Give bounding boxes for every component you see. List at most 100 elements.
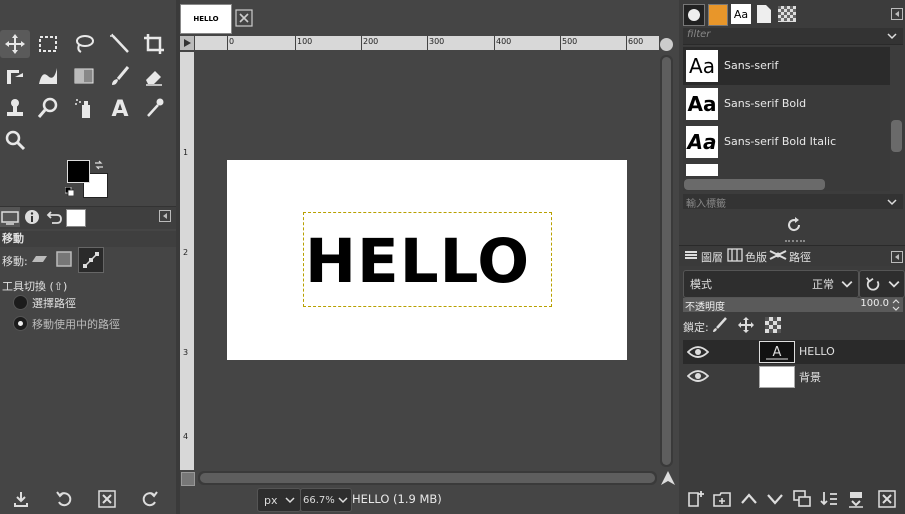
configure-tab-icon[interactable] <box>891 251 903 263</box>
navigate-icon[interactable] <box>181 472 195 486</box>
undo-history-tab-icon[interactable] <box>44 207 64 227</box>
select-path-label: 選擇路徑 <box>32 297 76 310</box>
navigation-arrow-icon[interactable] <box>660 470 676 486</box>
spin-arrows-icon <box>892 299 900 311</box>
horizontal-scrollbar[interactable] <box>198 471 657 485</box>
new-layer-group-icon[interactable] <box>711 488 733 510</box>
eye-icon[interactable] <box>687 345 709 359</box>
select-path-radio[interactable] <box>13 295 28 310</box>
ruler-tick: 100 <box>297 37 313 46</box>
device-status-tab-icon[interactable] <box>22 207 42 227</box>
ruler-tick: 600 <box>628 37 644 46</box>
reset-tool-options-icon[interactable] <box>139 488 161 510</box>
zoom-to-fit-icon[interactable] <box>660 38 673 51</box>
image-tab-thumbnail[interactable]: HELLO <box>180 4 232 34</box>
swap-colors-icon[interactable] <box>94 160 104 170</box>
opacity-value: 100.0 <box>860 298 889 309</box>
delete-tool-preset-icon[interactable] <box>96 488 118 510</box>
tool-toggle-label: 工具切換 (⇧) <box>2 280 68 293</box>
layer-name: HELLO <box>799 345 835 358</box>
rect-select-tool-icon[interactable] <box>33 30 63 58</box>
clone-tool-icon[interactable] <box>0 94 30 122</box>
quick-mask-menu-icon[interactable] <box>180 36 194 50</box>
smudge-tool-icon[interactable] <box>33 94 63 122</box>
lock-position-icon[interactable] <box>737 316 755 334</box>
zoom-selector[interactable]: 66.7% <box>300 488 352 512</box>
font-item[interactable]: Aa Sans-serif Bold <box>683 85 890 123</box>
filter-field[interactable]: filter <box>683 28 903 45</box>
layer-name: 背景 <box>799 371 821 384</box>
channels-tab-icon[interactable] <box>727 248 743 262</box>
lasso-tool-icon[interactable] <box>69 30 99 58</box>
foreground-color-swatch[interactable] <box>67 160 90 183</box>
layers-tab-icon[interactable] <box>683 248 699 262</box>
layer-mask-icon[interactable] <box>845 488 867 510</box>
fonts-tab-icon[interactable]: Aa <box>731 4 751 24</box>
move-tool-icon[interactable] <box>0 30 30 58</box>
document-history-tab-icon[interactable] <box>756 4 772 24</box>
toolbox: A 移動 移動: 工具切換 (⇧) 選擇路徑 移動使用中的路徑 <box>0 0 178 514</box>
layer-row[interactable]: 背景 <box>683 364 905 388</box>
duplicate-layer-icon[interactable] <box>791 488 813 510</box>
paths-tab-icon[interactable] <box>769 248 787 262</box>
configure-tab-icon[interactable] <box>159 210 171 222</box>
zoom-tool-icon[interactable] <box>0 126 30 154</box>
brushes-tab-icon[interactable] <box>683 4 705 26</box>
templates-tab-icon[interactable] <box>778 6 796 22</box>
layer-mode-selector[interactable]: 模式 正常 <box>683 270 859 298</box>
eye-icon[interactable] <box>687 369 709 383</box>
font-item[interactable]: Aa Sans-serif <box>683 47 890 85</box>
chevron-down-icon <box>841 280 853 288</box>
configure-tab-icon[interactable] <box>891 8 903 20</box>
font-list-hscrollbar[interactable] <box>684 179 825 190</box>
composite-mode-selector[interactable] <box>859 270 905 298</box>
lock-alpha-icon[interactable] <box>764 316 782 334</box>
channels-tab-label[interactable]: 色版 <box>745 249 767 265</box>
move-path-mode-icon[interactable] <box>78 247 104 273</box>
move-selection-mode-icon[interactable] <box>54 249 74 269</box>
opacity-slider[interactable]: 不透明度 100.0 <box>683 298 903 313</box>
merge-layer-icon[interactable] <box>818 488 840 510</box>
save-tool-preset-icon[interactable] <box>10 488 32 510</box>
layers-tab-label[interactable]: 圖層 <box>701 249 723 265</box>
font-preview-partial <box>686 164 718 176</box>
new-layer-icon[interactable] <box>685 488 707 510</box>
patterns-tab-icon[interactable] <box>708 4 728 26</box>
text-tool-icon[interactable]: A <box>105 94 135 122</box>
ruler-tick: 200 <box>363 37 379 46</box>
fuzzy-select-tool-icon[interactable] <box>105 30 135 58</box>
color-picker-tool-icon[interactable] <box>139 94 169 122</box>
opacity-label: 不透明度 <box>685 302 725 313</box>
paths-tab-label[interactable]: 路徑 <box>789 249 811 265</box>
images-tab-thumbnail[interactable] <box>66 209 86 227</box>
vertical-scrollbar[interactable] <box>660 55 673 467</box>
transform-tool-icon[interactable] <box>0 62 30 90</box>
eraser-tool-icon[interactable] <box>139 62 169 90</box>
restore-tool-preset-icon[interactable] <box>53 488 75 510</box>
move-active-path-label: 移動使用中的路徑 <box>32 318 120 331</box>
gradient-tool-icon[interactable] <box>69 62 99 90</box>
lock-pixels-icon[interactable] <box>711 316 729 334</box>
font-item[interactable]: Aa Sans-serif Bold Italic <box>683 123 890 161</box>
unit-selector[interactable]: px <box>257 488 301 512</box>
lower-layer-icon[interactable] <box>764 488 786 510</box>
paintbrush-tool-icon[interactable] <box>105 62 135 90</box>
move-layer-mode-icon[interactable] <box>28 249 50 269</box>
default-colors-icon[interactable] <box>64 186 75 197</box>
font-list-scrollbar[interactable] <box>891 120 902 152</box>
layer-row[interactable]: A HELLO <box>683 340 905 364</box>
crop-tool-icon[interactable] <box>139 30 169 58</box>
tag-field[interactable]: 輸入標籤 <box>683 194 903 210</box>
ruler-tick: 1 <box>183 148 189 157</box>
airbrush-tool-icon[interactable] <box>69 94 99 122</box>
svg-text:A: A <box>773 345 782 360</box>
filter-placeholder: filter <box>687 29 711 40</box>
zoom-value: 66.7% <box>303 494 335 506</box>
close-tab-icon[interactable] <box>235 9 253 27</box>
raise-layer-icon[interactable] <box>738 488 760 510</box>
refresh-fonts-icon[interactable] <box>785 216 803 234</box>
warp-tool-icon[interactable] <box>33 62 63 90</box>
tool-options-tab-icon[interactable] <box>0 207 20 227</box>
delete-layer-icon[interactable] <box>876 488 898 510</box>
move-active-path-radio[interactable] <box>13 316 28 331</box>
